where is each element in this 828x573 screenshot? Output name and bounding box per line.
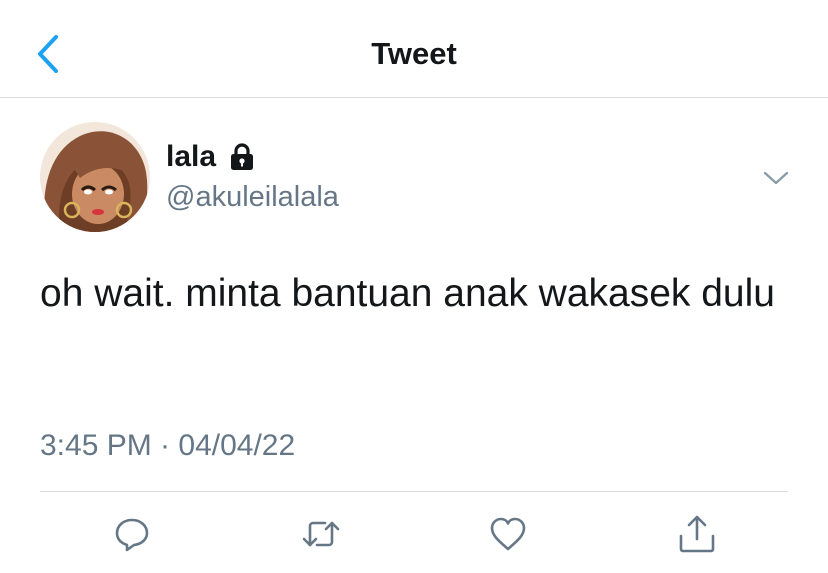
reply-button[interactable]: [110, 512, 154, 556]
tweet-timestamp[interactable]: 3:45 PM · 04/04/22: [40, 428, 295, 464]
chevron-down-icon: [763, 171, 789, 185]
divider: [40, 491, 788, 492]
share-icon: [679, 515, 715, 553]
page-title: Tweet: [371, 36, 457, 71]
share-button[interactable]: [675, 512, 719, 556]
retweet-icon: [302, 521, 340, 547]
like-button[interactable]: [486, 512, 530, 556]
user-handle[interactable]: @akuleilalala: [166, 180, 339, 214]
avatar[interactable]: [40, 122, 150, 232]
nav-bar: Tweet: [0, 0, 828, 98]
comment-icon: [115, 518, 149, 552]
display-name[interactable]: lala: [166, 139, 216, 175]
heart-icon: [490, 517, 526, 551]
retweet-button[interactable]: [299, 512, 343, 556]
lock-icon: [231, 143, 254, 170]
author-name-row[interactable]: lala: [166, 139, 257, 175]
avatar-image: [40, 122, 150, 232]
more-options-button[interactable]: [758, 160, 794, 196]
tweet-text: oh wait. minta bantuan anak wakasek dulu: [40, 272, 775, 315]
